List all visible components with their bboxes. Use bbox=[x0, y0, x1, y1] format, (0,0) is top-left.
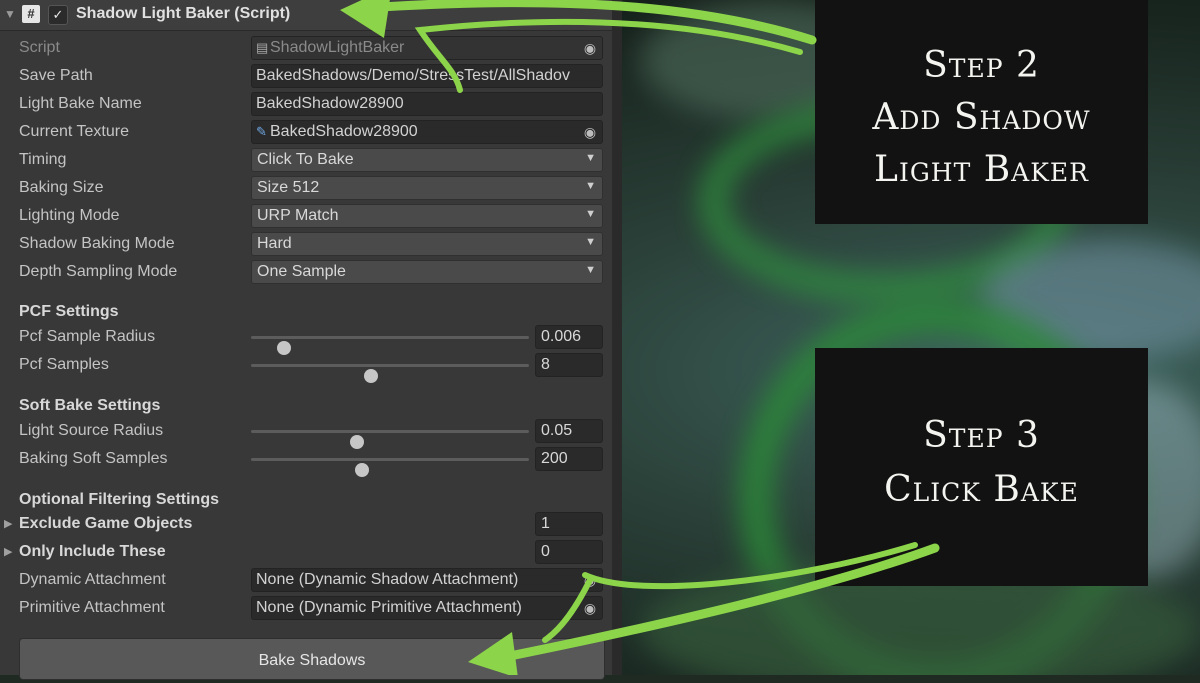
arrow-to-bake-button-stroke3 bbox=[542, 577, 593, 643]
arrow-head-icon bbox=[340, 0, 390, 38]
arrow-to-component-header-stroke2 bbox=[414, 18, 803, 93]
arrow-head-icon bbox=[468, 632, 518, 675]
arrow-to-bake-button-stroke2 bbox=[582, 542, 918, 590]
arrow-to-bake-button bbox=[485, 543, 940, 665]
annotation-arrows bbox=[340, 0, 940, 675]
